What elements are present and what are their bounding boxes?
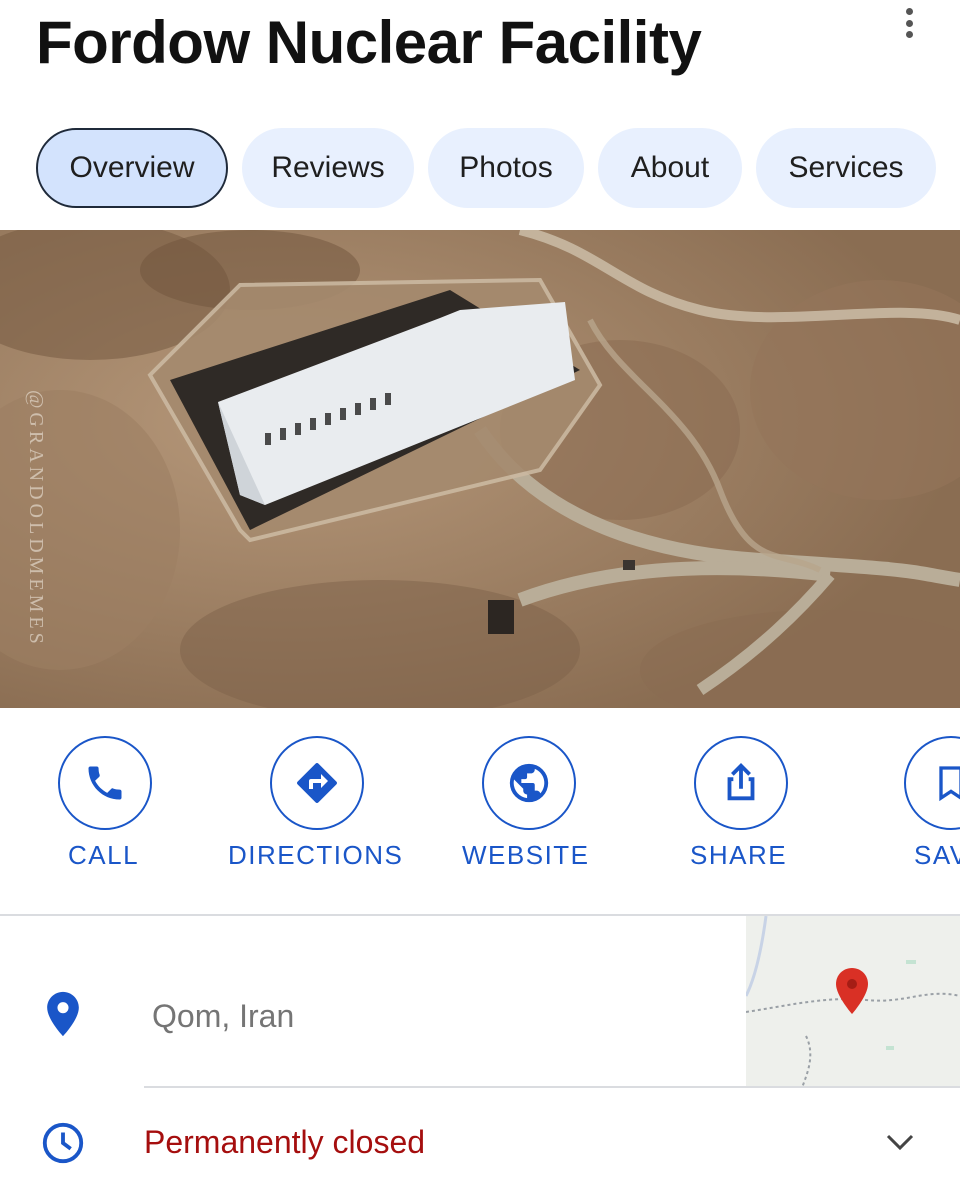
share-button[interactable]: SHARE bbox=[632, 730, 832, 880]
call-button[interactable]: CALL bbox=[0, 730, 200, 880]
clock-icon bbox=[40, 1120, 86, 1171]
location-pin-icon bbox=[44, 990, 82, 1043]
more-vert-icon[interactable] bbox=[896, 6, 922, 40]
bookmark-icon bbox=[904, 736, 960, 830]
page-title: Fordow Nuclear Facility bbox=[36, 9, 702, 76]
directions-label: DIRECTIONS bbox=[228, 840, 404, 870]
call-label: CALL bbox=[68, 840, 140, 870]
save-button[interactable]: SAV bbox=[844, 730, 960, 880]
tab-bar: Overview Reviews Photos About Services bbox=[0, 128, 960, 210]
address-text[interactable]: Qom, Iran bbox=[152, 998, 294, 1035]
phone-icon bbox=[58, 736, 152, 830]
tab-overview[interactable]: Overview bbox=[36, 128, 228, 208]
tab-photos[interactable]: Photos bbox=[428, 128, 584, 208]
directions-button[interactable]: DIRECTIONS bbox=[210, 730, 410, 880]
action-bar: CALL DIRECTIONS WEBSITE SHARE SAV bbox=[0, 730, 960, 880]
website-button[interactable]: WEBSITE bbox=[420, 730, 620, 880]
tab-reviews[interactable]: Reviews bbox=[242, 128, 414, 208]
svg-text:@GRANDOLDMEMES: @GRANDOLDMEMES bbox=[25, 390, 47, 648]
mini-map[interactable] bbox=[746, 916, 960, 1088]
satellite-photo[interactable]: @GRANDOLDMEMES bbox=[0, 230, 960, 708]
hours-status[interactable]: Permanently closed bbox=[144, 1124, 425, 1161]
globe-icon bbox=[482, 736, 576, 830]
row-divider bbox=[144, 1086, 960, 1088]
directions-icon bbox=[270, 736, 364, 830]
save-label: SAV bbox=[914, 840, 960, 870]
share-label: SHARE bbox=[690, 840, 788, 870]
tab-services[interactable]: Services bbox=[756, 128, 936, 208]
tab-about[interactable]: About bbox=[598, 128, 742, 208]
chevron-down-icon[interactable] bbox=[880, 1128, 920, 1158]
website-label: WEBSITE bbox=[462, 840, 590, 870]
share-icon bbox=[694, 736, 788, 830]
